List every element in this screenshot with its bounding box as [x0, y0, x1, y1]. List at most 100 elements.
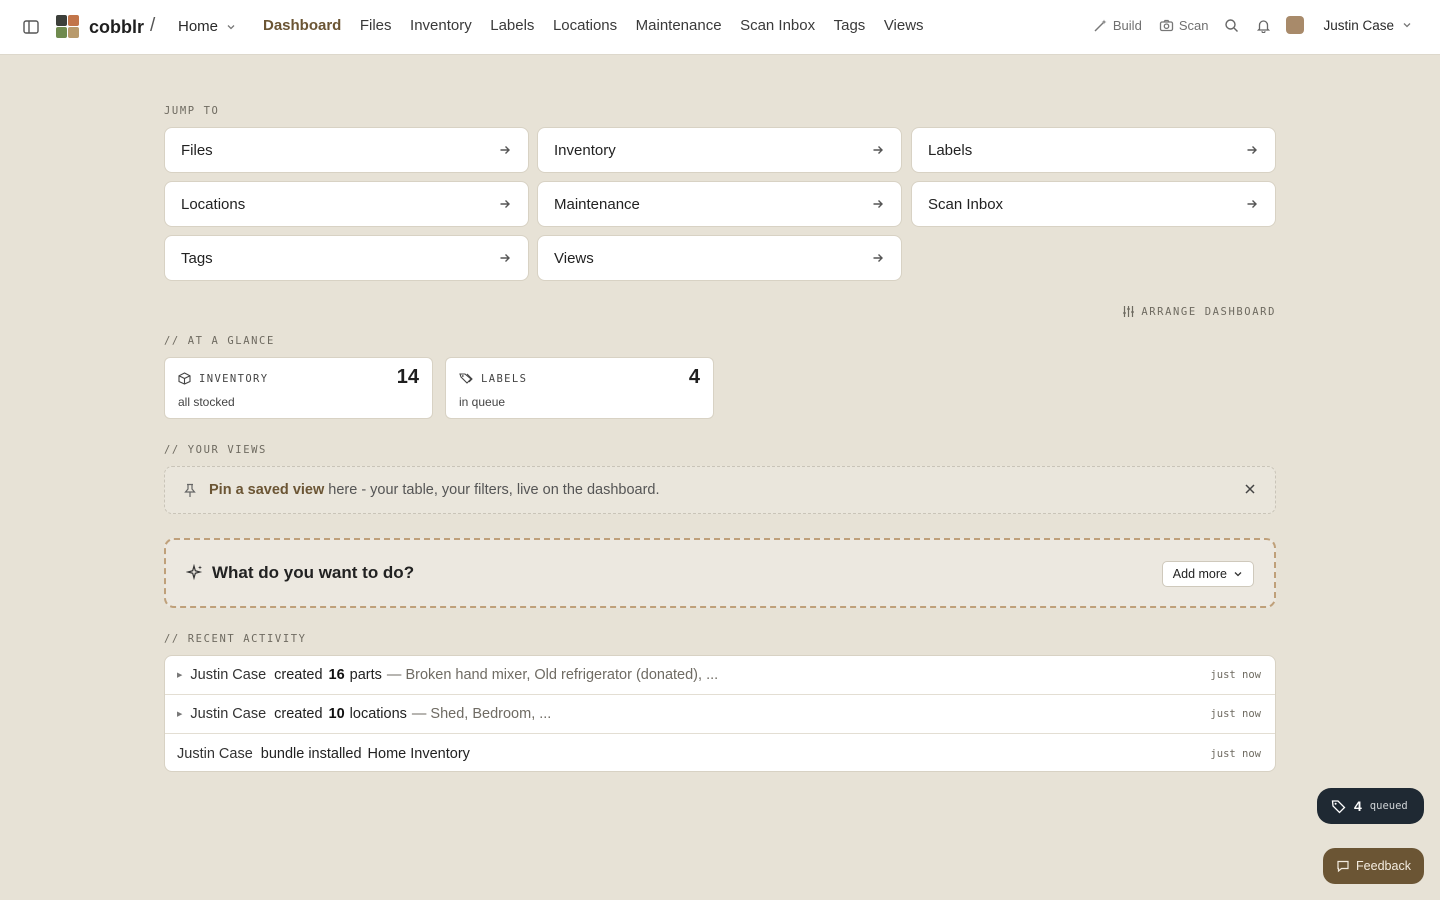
camera-icon [1159, 19, 1173, 31]
recent-activity-label: // RECENT ACTIVITY [164, 633, 307, 645]
activity-row[interactable]: ▶ Justin Case created 10 locations — She… [165, 695, 1275, 734]
activity-time: just now [1210, 669, 1261, 681]
stat-title: LABELS [481, 372, 528, 385]
scan-label: Scan [1178, 17, 1209, 33]
user-name: Justin Case [1323, 17, 1394, 33]
queued-count: 4 [1354, 798, 1362, 814]
your-views-label: // YOUR VIEWS [164, 444, 267, 456]
arrange-dashboard-button[interactable]: ARRANGE DASHBOARD [1122, 305, 1276, 318]
jump-label: Tags [181, 249, 213, 267]
avatar[interactable] [1286, 16, 1305, 34]
label-queue-pill[interactable]: 4 queued [1317, 788, 1424, 824]
jump-to-label: JUMP TO [164, 105, 220, 117]
activity-row[interactable]: ▶ Justin Case created 16 parts — Broken … [165, 656, 1275, 695]
what-to-do-panel: What do you want to do? Add more [164, 538, 1276, 608]
pin-banner-text: here - your table, your filters, live on… [328, 482, 660, 498]
activity-noun: parts [349, 667, 382, 683]
app-logo[interactable]: cobblr [56, 15, 144, 39]
activity-time: just now [1210, 708, 1261, 720]
nav-scan-inbox[interactable]: Scan Inbox [740, 17, 815, 34]
stat-header: INVENTORY [178, 372, 419, 385]
jump-label: Labels [928, 141, 973, 159]
top-bar: cobblr / Home Dashboard Files Inventory … [0, 0, 1440, 55]
nav-dashboard[interactable]: Dashboard [263, 17, 341, 34]
chevron-down-icon [227, 24, 235, 29]
activity-count: 10 [328, 706, 345, 722]
bell-icon[interactable] [1254, 16, 1272, 34]
jump-maintenance[interactable]: Maintenance [537, 181, 902, 227]
expand-caret-icon[interactable]: ▶ [177, 710, 182, 718]
arrange-label: ARRANGE DASHBOARD [1141, 305, 1276, 318]
build-button[interactable]: Build [1093, 18, 1142, 33]
arrow-right-icon [1247, 200, 1257, 208]
arrow-right-icon [500, 200, 510, 208]
jump-inventory[interactable]: Inventory [537, 127, 902, 173]
jump-label: Scan Inbox [928, 195, 1004, 213]
jump-scan-inbox[interactable]: Scan Inbox [911, 181, 1276, 227]
jump-locations[interactable]: Locations [164, 181, 529, 227]
nav-labels[interactable]: Labels [490, 17, 534, 34]
arrow-right-icon [873, 200, 883, 208]
stat-value: 14 [396, 366, 419, 388]
activity-row[interactable]: Justin Case bundle installed Home Invent… [165, 734, 1275, 771]
user-menu[interactable]: Justin Case [1323, 18, 1412, 33]
queued-label: queued [1369, 800, 1408, 812]
jump-labels[interactable]: Labels [911, 127, 1276, 173]
add-more-label: Add more [1172, 567, 1227, 581]
jump-views[interactable]: Views [537, 235, 902, 281]
pin-view-banner: Pin a saved view here - your table, your… [164, 466, 1276, 514]
stat-subtitle: in queue [459, 395, 506, 409]
app-name: cobblr [89, 16, 145, 37]
activity-actor: Justin Case [190, 706, 267, 722]
labels-icon [459, 373, 473, 384]
arrow-right-icon [873, 254, 883, 262]
jump-files[interactable]: Files [164, 127, 529, 173]
jump-label: Inventory [554, 141, 616, 159]
activity-count: 16 [328, 667, 345, 683]
nav-views[interactable]: Views [884, 17, 924, 34]
search-icon[interactable] [1222, 16, 1240, 34]
box-icon [178, 372, 191, 385]
nav-files[interactable]: Files [360, 17, 392, 34]
main-nav: Dashboard Files Inventory Labels Locatio… [263, 17, 942, 34]
workspace-selector[interactable]: Home [178, 18, 236, 35]
chat-icon [1337, 860, 1349, 873]
add-more-button[interactable]: Add more [1161, 561, 1254, 587]
chevron-down-icon [1234, 572, 1242, 577]
build-label: Build [1112, 17, 1142, 33]
activity-noun: locations [349, 706, 407, 722]
recent-activity-list: ▶ Justin Case created 16 parts — Broken … [164, 655, 1276, 772]
jump-tags[interactable]: Tags [164, 235, 529, 281]
expand-caret-icon[interactable]: ▶ [177, 671, 182, 679]
pin-saved-view-link[interactable]: Pin a saved view [209, 482, 324, 498]
arrow-right-icon [1247, 146, 1257, 154]
nav-tags[interactable]: Tags [834, 17, 866, 34]
at-a-glance-label: // AT A GLANCE [164, 335, 275, 347]
jump-label: Maintenance [554, 195, 640, 213]
sidebar-toggle-icon[interactable] [22, 18, 40, 36]
what-to-do-title: What do you want to do? [212, 563, 415, 582]
activity-verb: created [274, 667, 323, 683]
stat-header: LABELS [459, 372, 700, 385]
sliders-icon [1123, 306, 1135, 317]
activity-actor: Justin Case [177, 745, 253, 762]
jump-label: Locations [181, 195, 246, 213]
nav-inventory[interactable]: Inventory [410, 17, 472, 34]
stat-value: 4 [688, 366, 700, 388]
activity-verb: created [274, 706, 323, 722]
activity-verb: bundle installed [260, 745, 362, 762]
close-icon[interactable] [1243, 482, 1257, 496]
stat-card-inventory[interactable]: INVENTORY 14 all stocked [164, 357, 433, 419]
arrow-right-icon [873, 146, 883, 154]
pin-icon [184, 483, 196, 497]
workspace-name: Home [178, 18, 219, 35]
activity-detail: — Broken hand mixer, Old refrigerator (d… [386, 667, 719, 683]
scan-button[interactable]: Scan [1159, 17, 1209, 33]
feedback-label: Feedback [1356, 859, 1411, 873]
stat-card-labels[interactable]: LABELS 4 in queue [445, 357, 714, 419]
nav-maintenance[interactable]: Maintenance [636, 17, 722, 34]
breadcrumb-separator: / [150, 15, 156, 36]
nav-locations[interactable]: Locations [553, 17, 617, 34]
feedback-button[interactable]: Feedback [1323, 848, 1424, 884]
logo-mark-icon [56, 15, 80, 39]
